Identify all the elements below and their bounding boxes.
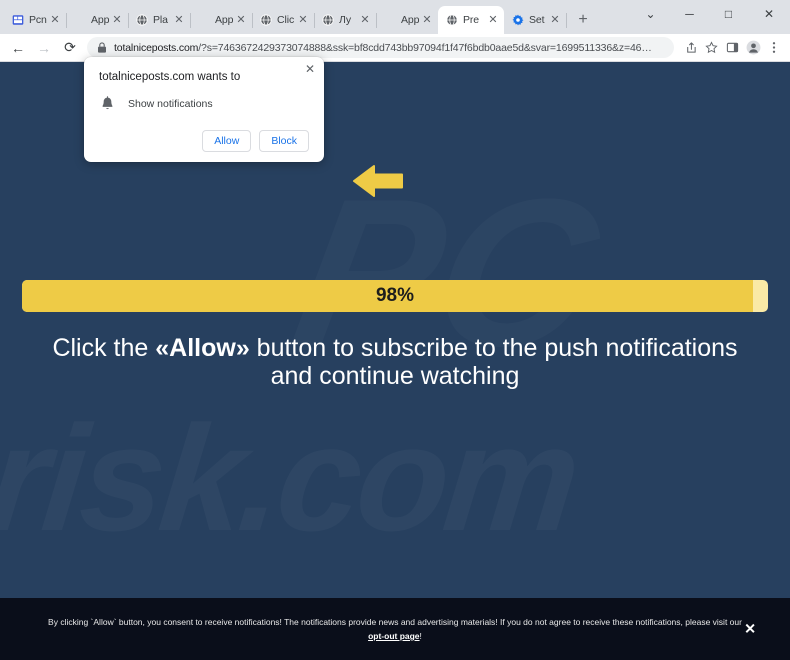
reload-button[interactable]: ⟳ (58, 36, 82, 60)
address-bar[interactable]: totalniceposts.com/?s=746367242937307488… (87, 37, 674, 58)
tab-close-button[interactable]: ✕ (358, 13, 372, 27)
globe-icon (445, 14, 458, 27)
dialog-close-button[interactable]: ✕ (305, 63, 315, 75)
window-controls: ⌄ ─ □ ✕ (631, 0, 790, 34)
tab-search-button[interactable]: ⌄ (631, 0, 670, 27)
minimize-button[interactable]: ─ (670, 0, 709, 27)
menu-icon[interactable] (764, 38, 784, 58)
back-button[interactable]: ← (6, 36, 30, 60)
browser-tab-8[interactable]: Set ✕ (504, 6, 567, 34)
left-arrow-icon (352, 164, 404, 198)
tab-title: Лу (339, 14, 352, 26)
title-bar: Pcn ✕ App ✕ Pla ✕ App ✕ Clic ✕ Лу ✕ App ✕ Pre ✕ Set ✕ + ⌄ … (0, 0, 790, 34)
watermark-text: risk.com (0, 392, 584, 565)
browser-tab-6[interactable]: App ✕ (376, 6, 438, 34)
tab-close-button[interactable]: ✕ (548, 13, 562, 27)
tab-title: Pre (463, 14, 480, 26)
permission-label: Show notifications (128, 97, 213, 110)
tab-close-button[interactable]: ✕ (48, 13, 62, 27)
profile-icon[interactable] (743, 38, 763, 58)
url-host: totalniceposts.com (114, 41, 199, 54)
dialog-actions: Allow Block (99, 130, 309, 152)
new-tab-button[interactable]: + (570, 7, 596, 33)
browser-tab-5[interactable]: Лу ✕ (314, 6, 377, 34)
share-icon[interactable] (680, 38, 700, 58)
window-close-button[interactable]: ✕ (748, 0, 790, 27)
browser-tab-2[interactable]: Pla ✕ (128, 6, 191, 34)
headline-part2: button to subscribe to the push notifica… (249, 334, 738, 390)
maximize-button[interactable]: □ (709, 0, 748, 27)
tab-close-button[interactable]: ✕ (234, 13, 248, 27)
blank-icon (383, 14, 396, 27)
notification-permission-dialog: ✕ totalniceposts.com wants to Show notif… (84, 57, 324, 162)
tab-title: Clic (277, 14, 295, 26)
tab-close-button[interactable]: ✕ (486, 13, 500, 27)
browser-tab-3[interactable]: App ✕ (190, 6, 253, 34)
browser-window: Pcn ✕ App ✕ Pla ✕ App ✕ Clic ✕ Лу ✕ App ✕ Pre ✕ Set ✕ + ⌄ … (0, 0, 790, 660)
consent-close-button[interactable]: ✕ (744, 621, 756, 638)
globe-icon (259, 14, 272, 27)
allow-button[interactable]: Allow (202, 130, 252, 152)
tab-title: App (215, 14, 234, 26)
blank-icon (73, 14, 86, 27)
window-icon (11, 14, 24, 27)
tab-title: Set (529, 14, 545, 26)
lock-icon (96, 42, 107, 53)
permission-row: Show notifications (99, 95, 309, 112)
tab-close-button[interactable]: ✕ (172, 13, 186, 27)
headline-part1: Click the (52, 334, 156, 362)
tab-title: Pla (153, 14, 168, 26)
side-panel-icon[interactable] (722, 38, 742, 58)
forward-button[interactable]: → (32, 36, 56, 60)
block-button[interactable]: Block (259, 130, 309, 152)
bell-icon (99, 95, 116, 112)
globe-icon (321, 14, 334, 27)
url-path: /?s=7463672429373074888&ssk=bf8cdd743bb9… (198, 41, 652, 54)
url-text: totalniceposts.com/?s=746367242937307488… (114, 42, 652, 54)
tab-separator (566, 13, 567, 28)
tab-title: App (401, 14, 420, 26)
consent-text-part1: By clicking `Allow` button, you consent … (48, 616, 742, 627)
bookmark-star-icon[interactable] (701, 38, 721, 58)
globe-icon (135, 14, 148, 27)
consent-text-part2: ! (419, 631, 422, 641)
blank-icon (197, 14, 210, 27)
tab-title: App (91, 14, 110, 26)
tab-title: Pcn (29, 14, 47, 26)
consent-text: By clicking `Allow` button, you consent … (45, 615, 745, 643)
tab-close-button[interactable]: ✕ (296, 13, 310, 27)
progress-percent-label: 98% (375, 285, 415, 306)
headline-emphasis: «Allow» (155, 334, 250, 362)
page-headline: Click the «Allow» button to subscribe to… (40, 334, 750, 390)
browser-tab-7[interactable]: Pre ✕ (438, 6, 504, 34)
opt-out-link[interactable]: opt-out page (368, 631, 419, 641)
browser-tab-4[interactable]: Clic ✕ (252, 6, 315, 34)
consent-banner: By clicking `Allow` button, you consent … (0, 598, 790, 660)
gear-icon (511, 14, 524, 27)
tab-close-button[interactable]: ✕ (420, 13, 434, 27)
dialog-title: totalniceposts.com wants to (99, 71, 241, 83)
browser-tab-0[interactable]: Pcn ✕ (4, 6, 67, 34)
browser-tab-1[interactable]: App ✕ (66, 6, 129, 34)
tab-close-button[interactable]: ✕ (110, 13, 124, 27)
